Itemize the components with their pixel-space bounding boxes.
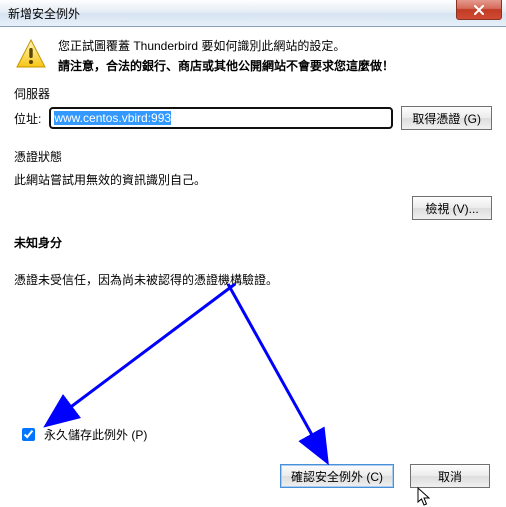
warning-icon <box>14 37 48 71</box>
warning-line-1: 您正試圖覆蓋 Thunderbird 要如何識別此網站的設定。 <box>58 37 394 55</box>
window-title: 新增安全例外 <box>8 5 80 22</box>
get-certificate-button[interactable]: 取得憑證 (G) <box>401 106 492 130</box>
permanent-store-checkbox[interactable] <box>22 428 35 441</box>
location-input[interactable] <box>49 107 393 129</box>
permanent-store-checkbox-row[interactable]: 永久儲存此例外 (P) <box>18 425 147 444</box>
view-certificate-button[interactable]: 檢視 (V)... <box>412 196 492 220</box>
identity-desc: 憑證未受信任，因為尚未被認得的憑證機構驗證。 <box>14 271 492 288</box>
close-button[interactable] <box>456 0 502 20</box>
cert-status-desc: 此網站嘗試用無效的資訊識別自己。 <box>14 171 492 188</box>
server-section-label: 伺服器 <box>14 85 492 102</box>
identity-heading: 未知身分 <box>14 234 492 251</box>
title-bar: 新增安全例外 <box>0 0 506 27</box>
location-label: 位址: <box>14 110 41 127</box>
cancel-button[interactable]: 取消 <box>410 464 490 488</box>
dialog-content: 您正試圖覆蓋 Thunderbird 要如何識別此網站的設定。 請注意，合法的銀… <box>0 27 506 506</box>
close-icon <box>473 5 485 15</box>
permanent-store-label: 永久儲存此例外 (P) <box>44 426 147 443</box>
cert-status-label: 憑證狀態 <box>14 148 492 165</box>
confirm-exception-button[interactable]: 確認安全例外 (C) <box>280 464 394 488</box>
warning-line-2: 請注意，合法的銀行、商店或其他公開網站不會要求您這麼做！ <box>58 57 394 75</box>
